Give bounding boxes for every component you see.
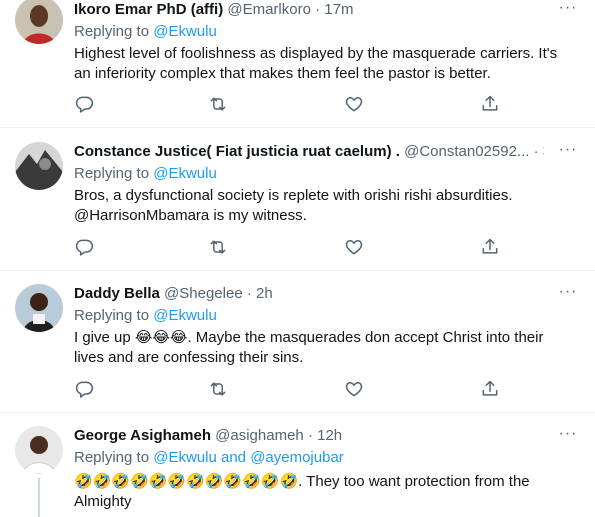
user-handle[interactable]: @Emarlkoro [227,1,311,18]
thread-line [38,478,40,517]
replying-label: Replying to [74,307,150,324]
divider [0,127,595,128]
tweet-text: 🤣🤣🤣🤣🤣🤣🤣🤣🤣🤣🤣🤣. They too want protection f… [74,473,530,510]
replying-to: Replying to @Ekwulu [74,22,217,42]
retweet-icon[interactable] [208,237,230,257]
more-icon[interactable]: ··· [557,426,579,444]
replying-label: Replying to [74,23,150,40]
display-name[interactable]: George Asighameh [74,427,211,444]
tweet-header: George Asighameh @asighameh · 12h [74,426,544,446]
reply-icon[interactable] [74,94,96,114]
separator: · [307,427,313,444]
timestamp[interactable]: 3h [543,143,544,160]
display-name[interactable]: Ikoro Emar PhD (affi) [74,1,223,18]
separator: · [533,143,539,160]
retweet-icon[interactable] [208,94,230,114]
display-name[interactable]: Constance Justice( Fiat justicia ruat ca… [74,143,400,160]
retweet-icon[interactable] [208,379,230,399]
tweet-text: I give up 😂😂😂. Maybe the masquerades don… [74,329,544,366]
like-icon[interactable] [344,237,366,257]
replying-to: Replying to @Ekwulu [74,164,217,184]
mention-link[interactable]: @Ekwulu [153,307,217,324]
replying-label: Replying to [74,165,150,182]
tweet-text: Bros, a dysfunctional society is replete… [74,187,513,224]
avatar[interactable] [15,142,63,190]
like-icon[interactable] [344,379,366,399]
tweet[interactable]: Ikoro Emar PhD (affi) @Emarlkoro · 17m ·… [0,0,595,126]
tweet[interactable]: Constance Justice( Fiat justicia ruat ca… [0,142,595,268]
tweet-header: Constance Justice( Fiat justicia ruat ca… [74,142,544,162]
timestamp[interactable]: 17m [324,1,353,18]
display-name[interactable]: Daddy Bella [74,285,160,302]
tweet-header: Ikoro Emar PhD (affi) @Emarlkoro · 17m [74,0,544,20]
tweet-actions [74,379,514,399]
tweet-text: Highest level of foolishness as displaye… [74,45,558,82]
tweet[interactable]: George Asighameh @asighameh · 12h ··· Re… [0,426,595,517]
mention-link[interactable]: @Ekwulu [153,449,217,466]
mention-link[interactable]: @Ekwulu [153,165,217,182]
user-handle[interactable]: @Shegelee [164,285,243,302]
divider [0,412,595,413]
like-icon[interactable] [344,94,366,114]
replying-to: Replying to @Ekwulu and @ayemojubar [74,448,344,468]
tweet-actions [74,237,514,257]
mention-link[interactable]: @ayemojubar [250,449,344,466]
share-icon[interactable] [480,237,502,257]
avatar[interactable] [15,284,63,332]
mention-link[interactable]: @Ekwulu [153,23,217,40]
replying-to: Replying to @Ekwulu [74,306,217,326]
share-icon[interactable] [480,379,502,399]
tweet-header: Daddy Bella @Shegelee · 2h [74,284,544,304]
replying-label: Replying to [74,449,150,466]
more-icon[interactable]: ··· [557,284,579,302]
more-icon[interactable]: ··· [557,0,579,18]
separator: · [246,285,252,302]
divider [0,270,595,271]
tweet[interactable]: Daddy Bella @Shegelee · 2h ··· Replying … [0,284,595,410]
user-handle[interactable]: @asighameh [215,427,304,444]
mention-joiner: and [220,449,247,466]
timestamp[interactable]: 2h [256,285,273,302]
share-icon[interactable] [480,94,502,114]
reply-icon[interactable] [74,237,96,257]
avatar[interactable] [15,426,63,474]
timestamp[interactable]: 12h [317,427,342,444]
avatar[interactable] [15,0,63,44]
more-icon[interactable]: ··· [557,142,579,160]
reply-icon[interactable] [74,379,96,399]
separator: · [315,1,321,18]
user-handle[interactable]: @Constan02592... [404,143,529,160]
tweet-actions [74,94,514,114]
